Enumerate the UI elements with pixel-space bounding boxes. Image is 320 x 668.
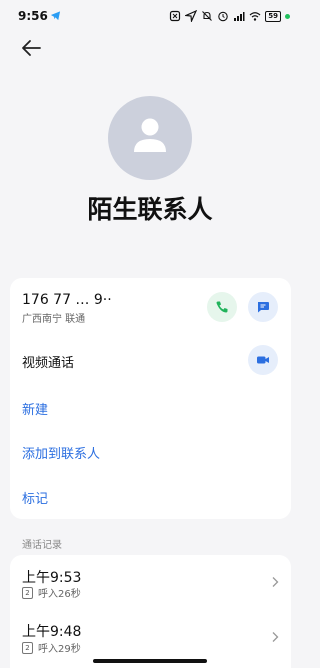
sim-card-icon: 2	[22, 641, 33, 654]
video-call-label[interactable]: 视频通话	[22, 352, 74, 371]
message-icon	[258, 302, 269, 313]
telegram-icon	[50, 11, 61, 21]
chevron-right-icon	[272, 632, 279, 642]
chevron-right-icon	[272, 577, 279, 587]
mute-bell-icon	[202, 11, 213, 21]
avatar	[108, 96, 192, 180]
phone-icon	[216, 301, 228, 313]
call-time: 上午9:53	[22, 570, 82, 586]
call-button[interactable]	[207, 292, 237, 322]
video-camera-icon	[257, 356, 269, 364]
nfc-icon	[170, 10, 181, 22]
home-indicator[interactable]	[93, 659, 207, 663]
status-bar: 9:56 59	[0, 0, 300, 34]
call-detail: 2 呼入26秒	[22, 585, 81, 600]
call-detail: 2 呼入29秒	[22, 640, 81, 655]
location-icon	[185, 10, 198, 22]
call-duration: 呼入29秒	[38, 644, 81, 655]
call-duration: 呼入26秒	[38, 589, 81, 600]
call-log-card: 上午9:53 2 呼入26秒 上午9:48 2 呼入29秒	[10, 555, 291, 668]
wifi-icon	[249, 12, 261, 21]
alarm-icon	[218, 11, 228, 22]
new-contact-link[interactable]: 新建	[22, 399, 48, 418]
contact-name: 陌生联系人	[87, 195, 213, 224]
message-button[interactable]	[248, 292, 278, 322]
call-time: 上午9:48	[22, 624, 82, 640]
mark-number-link[interactable]: 标记	[22, 488, 48, 507]
battery-level: 59	[265, 10, 281, 22]
privacy-indicator-dot	[285, 13, 290, 19]
signal-icon	[234, 12, 245, 21]
status-icons: 59	[169, 10, 290, 22]
phone-number[interactable]: 176 77 … 9··	[22, 292, 112, 308]
call-log-section-label: 通话记录	[22, 540, 62, 551]
phone-location: 广西南宁 联通	[22, 314, 86, 325]
sim-card-icon: 2	[22, 586, 33, 599]
add-to-contact-link[interactable]: 添加到联系人	[22, 443, 100, 462]
back-arrow-icon[interactable]	[20, 38, 42, 58]
number-card: 176 77 … 9·· 广西南宁 联通 视频通话 新建 添加到联系人 标记	[10, 278, 291, 519]
video-call-button[interactable]	[248, 345, 278, 375]
status-time: 9:56	[18, 9, 48, 23]
person-icon	[134, 118, 166, 152]
